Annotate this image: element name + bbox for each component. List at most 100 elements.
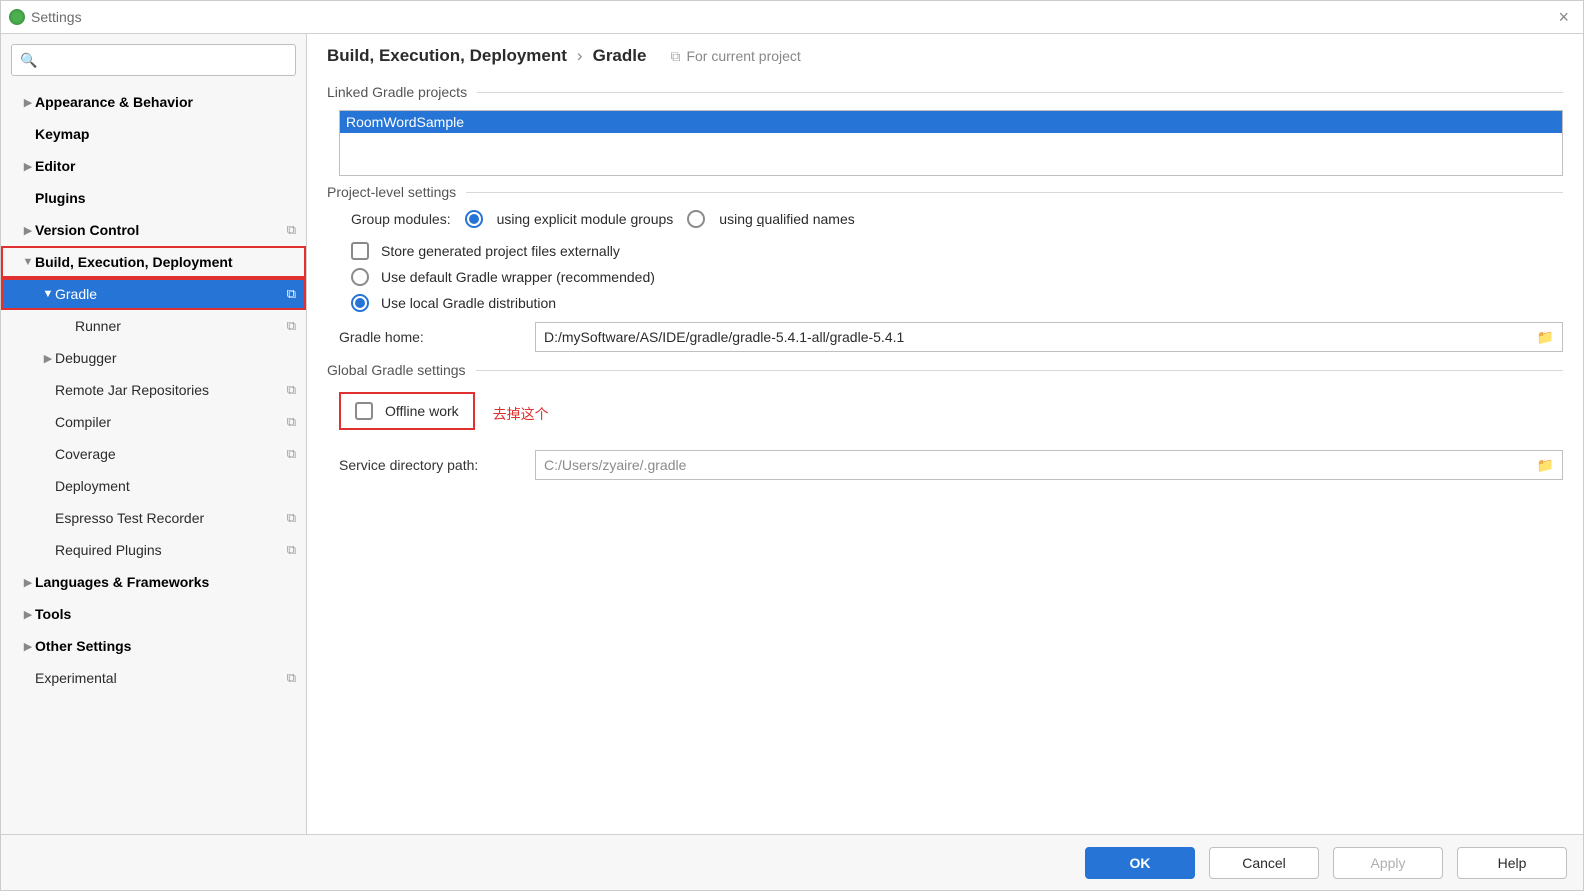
copy-icon: ⧉ [287, 670, 296, 686]
window-title: Settings [31, 9, 82, 25]
sidebar-item-remote-jar-repositories[interactable]: Remote Jar Repositories⧉ [1, 374, 306, 406]
radio-default-wrapper[interactable] [351, 268, 369, 286]
sidebar-item-label: Experimental [35, 670, 287, 686]
titlebar: Settings × [1, 1, 1583, 34]
sidebar-item-label: Debugger [55, 350, 296, 366]
sidebar-item-label: Espresso Test Recorder [55, 510, 287, 526]
checkbox-store-externally-label: Store generated project files externally [381, 243, 620, 259]
sidebar-item-editor[interactable]: ▶Editor [1, 150, 306, 182]
chevron-icon: ▶ [21, 640, 35, 653]
settings-tree: ▶Appearance & BehaviorKeymap▶EditorPlugi… [1, 86, 306, 834]
sidebar-item-languages-frameworks[interactable]: ▶Languages & Frameworks [1, 566, 306, 598]
sidebar-item-deployment[interactable]: Deployment [1, 470, 306, 502]
sidebar-item-label: Keymap [35, 126, 296, 142]
scope-note: ⧉ For current project [670, 48, 800, 65]
sidebar-item-label: Required Plugins [55, 542, 287, 558]
checkbox-offline-work[interactable] [355, 402, 373, 420]
sidebar-item-version-control[interactable]: ▶Version Control⧉ [1, 214, 306, 246]
sidebar-item-gradle[interactable]: ▼Gradle⧉ [1, 278, 306, 310]
sidebar-item-label: Coverage [55, 446, 287, 462]
sidebar-item-label: Deployment [55, 478, 296, 494]
radio-explicit-groups-label: using explicit module groups [497, 211, 674, 227]
radio-local-distribution-label: Use local Gradle distribution [381, 295, 556, 311]
close-icon[interactable]: × [1552, 7, 1575, 28]
apply-button[interactable]: Apply [1333, 847, 1443, 879]
breadcrumb: Build, Execution, Deployment › Gradle [327, 46, 646, 66]
offline-work-row: Offline work [339, 392, 475, 430]
radio-default-wrapper-label: Use default Gradle wrapper (recommended) [381, 269, 655, 285]
copy-icon: ⧉ [287, 318, 296, 334]
copy-icon: ⧉ [287, 382, 296, 398]
sidebar-item-appearance-behavior[interactable]: ▶Appearance & Behavior [1, 86, 306, 118]
list-item[interactable]: RoomWordSample [340, 111, 1562, 133]
breadcrumb-current: Gradle [593, 46, 647, 66]
chevron-icon: ▼ [41, 288, 55, 300]
chevron-right-icon: › [577, 46, 583, 66]
search-box[interactable]: 🔍 [11, 44, 296, 76]
checkbox-offline-work-label: Offline work [385, 403, 459, 419]
sidebar-item-plugins[interactable]: Plugins [1, 182, 306, 214]
copy-icon: ⧉ [287, 414, 296, 430]
search-input[interactable] [41, 52, 287, 68]
gradle-home-label: Gradle home: [339, 329, 519, 345]
sidebar-item-label: Runner [75, 318, 287, 334]
sidebar-item-runner[interactable]: Runner⧉ [1, 310, 306, 342]
copy-icon: ⧉ [287, 446, 296, 462]
sidebar-item-tools[interactable]: ▶Tools [1, 598, 306, 630]
copy-icon: ⧉ [287, 510, 296, 526]
copy-icon: ⧉ [287, 222, 296, 238]
chevron-icon: ▼ [21, 256, 35, 268]
sidebar-item-label: Tools [35, 606, 296, 622]
group-modules-label: Group modules: [351, 211, 451, 227]
section-global: Global Gradle settings [327, 362, 1563, 378]
copy-icon: ⧉ [287, 542, 296, 558]
button-bar: OK Cancel Apply Help [1, 834, 1583, 890]
content-pane: Build, Execution, Deployment › Gradle ⧉ … [307, 34, 1583, 834]
linked-projects-list[interactable]: RoomWordSample [339, 110, 1563, 176]
breadcrumb-parent[interactable]: Build, Execution, Deployment [327, 46, 567, 66]
folder-icon[interactable]: 📁 [1537, 457, 1554, 474]
checkbox-store-externally[interactable] [351, 242, 369, 260]
gradle-home-input[interactable]: D:/mySoftware/AS/IDE/gradle/gradle-5.4.1… [535, 322, 1563, 352]
sidebar-item-espresso-test-recorder[interactable]: Espresso Test Recorder⧉ [1, 502, 306, 534]
chevron-icon: ▶ [41, 352, 55, 365]
copy-icon: ⧉ [670, 48, 680, 65]
search-icon: 🔍 [20, 52, 37, 69]
sidebar-item-label: Editor [35, 158, 296, 174]
sidebar-item-label: Languages & Frameworks [35, 574, 296, 590]
radio-qualified-names[interactable] [687, 210, 705, 228]
sidebar-item-required-plugins[interactable]: Required Plugins⧉ [1, 534, 306, 566]
chevron-icon: ▶ [21, 576, 35, 589]
chevron-icon: ▶ [21, 224, 35, 237]
sidebar-item-keymap[interactable]: Keymap [1, 118, 306, 150]
section-project-level: Project-level settings [327, 184, 1563, 200]
service-path-label: Service directory path: [339, 457, 519, 473]
sidebar-item-build-execution-deployment[interactable]: ▼Build, Execution, Deployment [1, 246, 306, 278]
sidebar-item-label: Other Settings [35, 638, 296, 654]
sidebar-item-label: Version Control [35, 222, 287, 238]
radio-local-distribution[interactable] [351, 294, 369, 312]
help-button[interactable]: Help [1457, 847, 1567, 879]
sidebar-item-compiler[interactable]: Compiler⧉ [1, 406, 306, 438]
app-icon [9, 9, 25, 25]
sidebar-item-label: Appearance & Behavior [35, 94, 296, 110]
sidebar: 🔍 ▶Appearance & BehaviorKeymap▶EditorPlu… [1, 34, 307, 834]
cancel-button[interactable]: Cancel [1209, 847, 1319, 879]
radio-explicit-groups[interactable] [465, 210, 483, 228]
copy-icon: ⧉ [287, 286, 296, 302]
annotation-note: 去掉这个 [493, 404, 549, 424]
sidebar-item-debugger[interactable]: ▶Debugger [1, 342, 306, 374]
chevron-icon: ▶ [21, 160, 35, 173]
sidebar-item-label: Plugins [35, 190, 296, 206]
ok-button[interactable]: OK [1085, 847, 1195, 879]
sidebar-item-other-settings[interactable]: ▶Other Settings [1, 630, 306, 662]
sidebar-item-label: Gradle [55, 286, 287, 302]
service-path-input[interactable]: C:/Users/zyaire/.gradle 📁 [535, 450, 1563, 480]
folder-icon[interactable]: 📁 [1537, 329, 1554, 346]
sidebar-item-label: Build, Execution, Deployment [35, 254, 296, 270]
sidebar-item-coverage[interactable]: Coverage⧉ [1, 438, 306, 470]
section-linked-projects: Linked Gradle projects [327, 84, 1563, 100]
radio-qualified-names-label: using qualified names [719, 211, 854, 227]
sidebar-item-experimental[interactable]: Experimental⧉ [1, 662, 306, 694]
chevron-icon: ▶ [21, 96, 35, 109]
